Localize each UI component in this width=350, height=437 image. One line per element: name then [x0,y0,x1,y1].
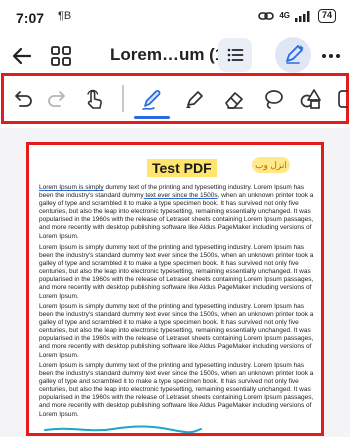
status-time: 7:07 [16,10,45,26]
pen-sparkle-icon [286,45,304,64]
hand-touch-icon [87,89,102,109]
highlighter-tool-button[interactable] [180,85,208,113]
paragraph-2: Lorem Ipsum is simply dummy text of the … [39,244,314,300]
sticker-tool-button[interactable] [334,85,348,113]
lasso-icon [265,90,283,109]
more-options-button[interactable] [318,42,344,70]
eraser-tool-button[interactable] [220,85,248,113]
battery-indicator: 74 [317,9,336,23]
arrow-left-icon [12,47,32,65]
active-tool-indicator [134,116,170,119]
toolbar-divider [122,85,124,112]
underlined-text-2: text ever since the 1500s [143,192,218,200]
list-icon [227,48,244,62]
link-icon [258,12,275,20]
undo-icon [15,91,32,107]
top-app-bar: Lorem…um (1) [0,34,350,78]
undo-button[interactable] [8,85,36,113]
pen-tool-button[interactable] [138,85,166,113]
page-grid-button[interactable] [47,42,75,70]
annotation-toolbar [1,73,349,124]
network-type: 4G [279,11,290,20]
redo-button[interactable] [44,85,72,113]
pen-icon [142,90,161,110]
shapes-icon [300,89,321,109]
paragraph-3: Lorem Ipsum is simply dummy text of the … [39,303,314,359]
redo-icon [48,91,65,107]
document-title: Lorem…um (1) [110,45,230,64]
pdf-page[interactable]: Test PDF انزل وب Lorem Ipsum is simply d… [26,142,324,436]
highlighter-icon [186,91,203,108]
signal-icon [294,11,310,22]
pdf-title-highlighted: Test PDF [147,159,217,177]
paragraph-annotated: Lorem Ipsum is simply dummy text of the … [39,184,314,241]
paragraph-text-tail: , when an unknown printer took a galley … [39,192,314,240]
pen-squiggle-stroke [44,425,202,433]
back-button[interactable] [8,42,36,70]
sticker-icon [338,90,348,108]
status-bar: 7:07 ¶B 4G 74 [0,0,350,34]
annotate-mode-button[interactable] [275,37,311,73]
outline-button[interactable] [218,38,252,72]
more-horizontal-icon [322,54,340,58]
lasso-tool-button[interactable] [259,85,287,113]
paragraph-4: Lorem Ipsum is simply dummy text of the … [39,362,314,418]
notification-icon: ¶B [58,10,72,22]
grid-icon [51,46,71,66]
status-right: 4G 74 [258,9,336,23]
shapes-tool-button[interactable] [297,85,325,113]
touch-tool-button[interactable] [81,85,109,113]
underlined-text: Lorem Ipsum is simply [39,184,104,191]
eraser-icon [225,92,243,109]
arabic-sticky-note[interactable]: انزل وب [252,157,290,173]
